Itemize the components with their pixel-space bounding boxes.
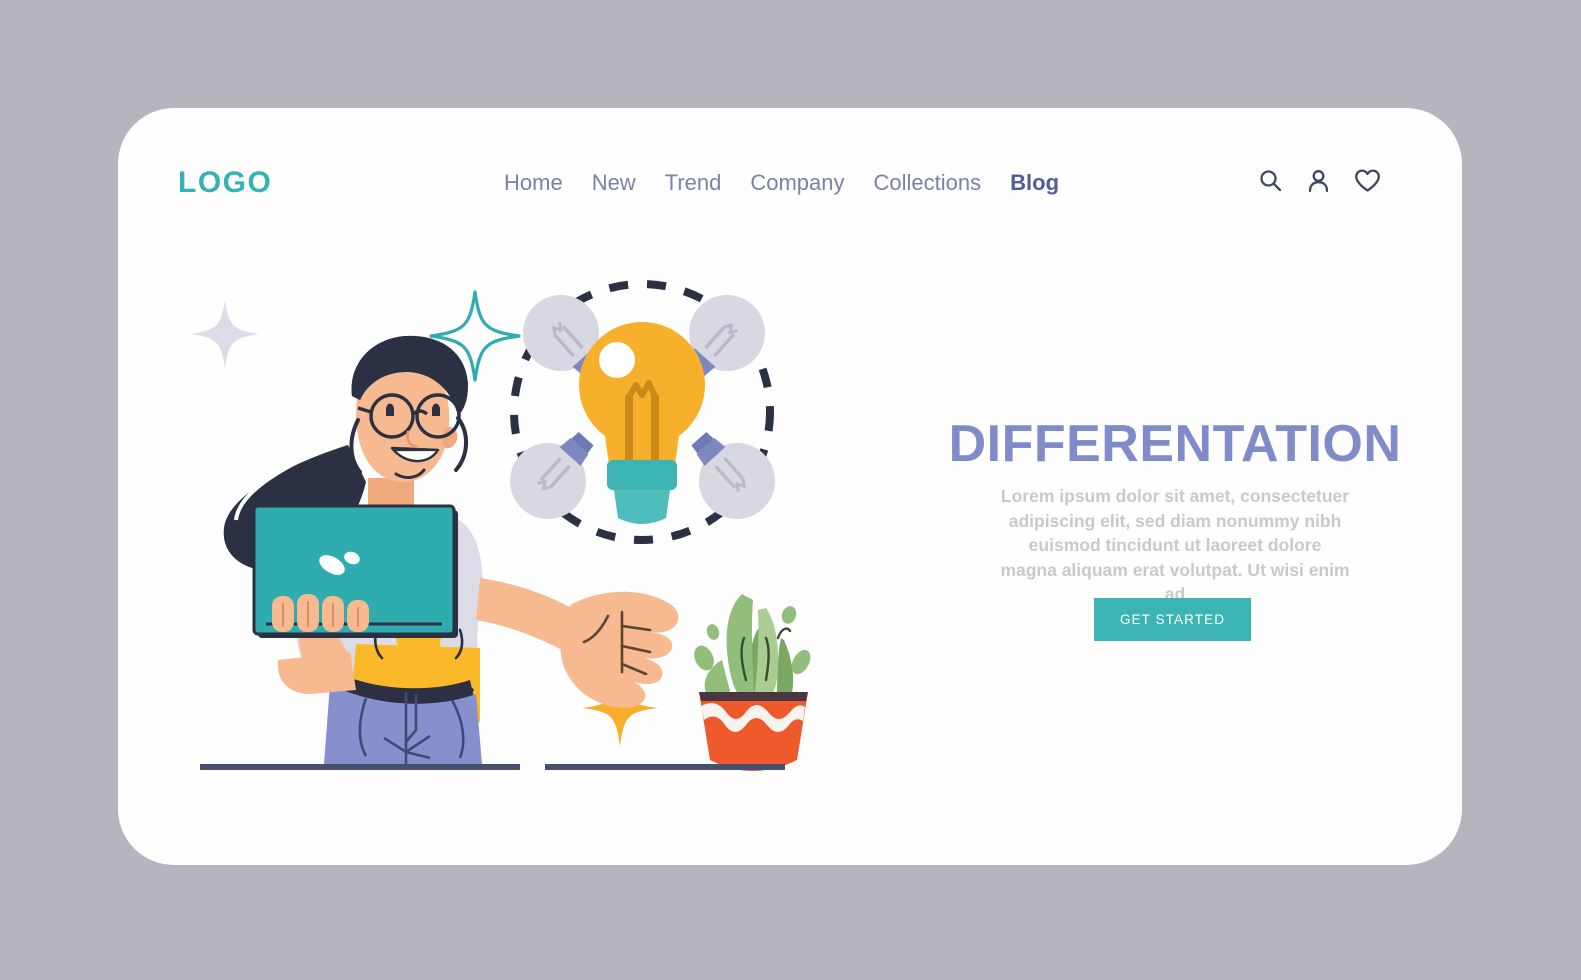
hero-description: Lorem ipsum dolor sit amet, consectetuer… <box>1000 486 1350 604</box>
screenshot-root: LOGO Home New Trend Company Collections … <box>0 0 1581 980</box>
star-grey-icon <box>191 300 259 368</box>
nav-item-trend[interactable]: Trend <box>665 170 722 196</box>
illustration-svg <box>191 280 811 771</box>
ground-lines <box>200 764 785 770</box>
bulb-on-center <box>579 322 705 524</box>
header-icon-group <box>1258 168 1381 193</box>
heart-icon[interactable] <box>1354 168 1381 193</box>
get-started-button[interactable]: GET STARTED <box>1094 598 1251 641</box>
potted-plant <box>694 594 811 771</box>
open-hand <box>560 591 679 708</box>
nav-item-blog[interactable]: Blog <box>1010 170 1059 196</box>
site-logo[interactable]: LOGO <box>178 166 272 200</box>
hero-illustration <box>180 260 820 790</box>
main-navigation: Home New Trend Company Collections Blog <box>504 170 1059 196</box>
nav-item-home[interactable]: Home <box>504 170 563 196</box>
nav-item-collections[interactable]: Collections <box>874 170 982 196</box>
page-title: DIFFERENTATION <box>948 415 1402 473</box>
nav-item-company[interactable]: Company <box>750 170 844 196</box>
lightbulb-cluster <box>510 280 775 544</box>
search-icon[interactable] <box>1258 168 1283 193</box>
nav-item-new[interactable]: New <box>592 170 636 196</box>
bulb-off-bottom-right <box>691 431 775 519</box>
user-icon[interactable] <box>1306 168 1331 193</box>
